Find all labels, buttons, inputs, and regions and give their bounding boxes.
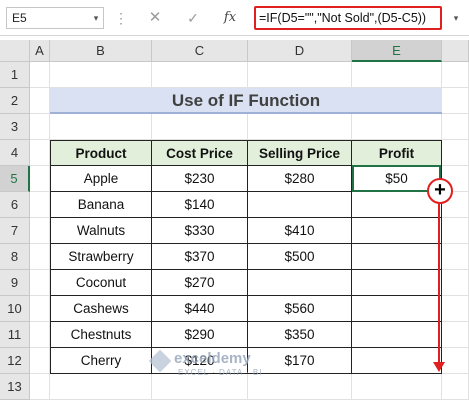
cancel-icon[interactable]: ✕ [146, 7, 164, 29]
table-cell[interactable]: $560 [248, 296, 352, 322]
column-header-e[interactable]: E [352, 40, 442, 62]
row-header-12[interactable]: 12 [0, 348, 30, 374]
table-cell[interactable]: Cashews [50, 296, 152, 322]
watermark-tagline: EXCEL · DATA · BI [178, 368, 263, 377]
formula-input[interactable]: =IF(D5="","Not Sold",(D5-C5)) [254, 6, 442, 30]
row-header-8[interactable]: 8 [0, 244, 30, 270]
row-header-2[interactable]: 2 [0, 88, 30, 114]
table-cell[interactable]: Cherry [50, 348, 152, 374]
table-cell[interactable]: $270 [152, 270, 248, 296]
select-all-corner[interactable] [0, 40, 30, 62]
table-cell[interactable]: $230 [152, 166, 248, 192]
table-cell[interactable] [352, 270, 442, 296]
column-header-b[interactable]: B [50, 40, 152, 62]
table-cell[interactable] [352, 244, 442, 270]
drag-arrow-head [433, 362, 445, 372]
table-cell[interactable] [352, 322, 442, 348]
enter-icon[interactable]: ✓ [184, 7, 202, 29]
table-header-cell[interactable]: Profit [352, 140, 442, 166]
table-header-cell[interactable]: Product [50, 140, 152, 166]
table-cell[interactable]: $370 [152, 244, 248, 270]
table-cell[interactable]: $350 [248, 322, 352, 348]
row-header-11[interactable]: 11 [0, 322, 30, 348]
row-header-9[interactable]: 9 [0, 270, 30, 296]
row-header-13[interactable]: 13 [0, 374, 30, 400]
table-cell[interactable]: Chestnuts [50, 322, 152, 348]
row-header-3[interactable]: 3 [0, 114, 30, 140]
table-cell[interactable] [248, 270, 352, 296]
column-header-a[interactable]: A [30, 40, 50, 62]
table-cell[interactable]: Coconut [50, 270, 152, 296]
formula-bar-grip-icon: ⋮ [114, 10, 128, 26]
row-header-5[interactable]: 5 [0, 166, 30, 192]
column-header-blank[interactable] [442, 40, 469, 62]
drag-arrow-line [438, 204, 440, 364]
table-cell[interactable] [352, 348, 442, 374]
sheet-title[interactable]: Use of IF Function [50, 88, 442, 114]
table-cell[interactable]: $500 [248, 244, 352, 270]
table-cell[interactable]: Banana [50, 192, 152, 218]
fill-cursor-plus: + [434, 179, 446, 201]
row-header-7[interactable]: 7 [0, 218, 30, 244]
table-cell[interactable]: $280 [248, 166, 352, 192]
table-header-cell[interactable]: Cost Price [152, 140, 248, 166]
table-cell[interactable] [352, 218, 442, 244]
table-cell[interactable]: $330 [152, 218, 248, 244]
row-header-1[interactable]: 1 [0, 62, 30, 88]
table-cell[interactable]: Strawberry [50, 244, 152, 270]
table-header-cell[interactable]: Selling Price [248, 140, 352, 166]
table-cell[interactable] [352, 296, 442, 322]
table-cell[interactable]: $410 [248, 218, 352, 244]
row-header-6[interactable]: 6 [0, 192, 30, 218]
table-cell[interactable]: $140 [152, 192, 248, 218]
name-box-dropdown-icon[interactable]: ▾ [88, 7, 104, 29]
expand-formula-bar-icon[interactable]: ▾ [448, 7, 464, 29]
insert-function-icon[interactable]: fx [220, 7, 240, 29]
table-cell[interactable]: Apple [50, 166, 152, 192]
table-cell[interactable] [248, 192, 352, 218]
table-cell[interactable]: Walnuts [50, 218, 152, 244]
table-cell[interactable]: $290 [152, 322, 248, 348]
row-header-10[interactable]: 10 [0, 296, 30, 322]
watermark-name: exceldemy [174, 350, 251, 367]
column-header-d[interactable]: D [248, 40, 352, 62]
table-cell[interactable]: $440 [152, 296, 248, 322]
table-cell[interactable]: $170 [248, 348, 352, 374]
column-header-c[interactable]: C [152, 40, 248, 62]
row-header-4[interactable]: 4 [0, 140, 30, 166]
